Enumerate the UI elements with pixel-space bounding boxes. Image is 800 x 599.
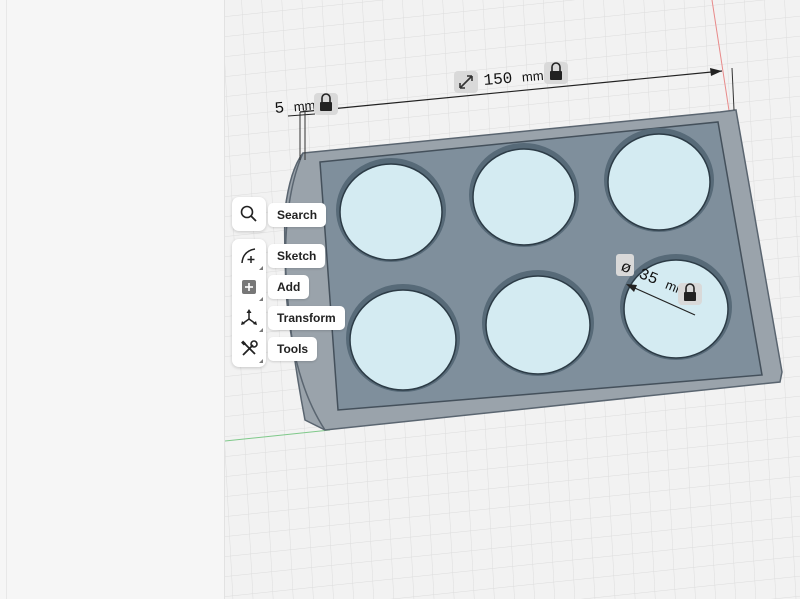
tools-icon bbox=[241, 340, 258, 356]
3d-viewport[interactable]: 150 mm 5 mm ø 35 mm bbox=[225, 0, 800, 599]
transform-icon bbox=[241, 309, 257, 325]
add-label[interactable]: Add bbox=[268, 275, 310, 299]
tools-label[interactable]: Tools bbox=[268, 337, 318, 361]
dimension-offset-unit: mm bbox=[293, 97, 316, 114]
left-panel bbox=[0, 0, 225, 599]
dimension-width-value: 150 bbox=[483, 70, 513, 90]
lock-icon[interactable] bbox=[314, 93, 338, 115]
expand-indicator bbox=[259, 359, 263, 363]
panel-edge-divider bbox=[6, 0, 7, 599]
dimension-width-unit: mm bbox=[521, 68, 544, 85]
transform-button[interactable] bbox=[232, 301, 266, 335]
search-icon bbox=[240, 205, 257, 222]
tools-button[interactable] bbox=[232, 332, 266, 366]
sketch-button[interactable] bbox=[232, 239, 266, 273]
hole-2[interactable] bbox=[469, 143, 579, 247]
add-icon bbox=[242, 280, 256, 294]
add-button[interactable] bbox=[232, 270, 266, 304]
search-label[interactable]: Search bbox=[268, 203, 327, 227]
scene-canvas[interactable]: 150 mm 5 mm ø 35 mm bbox=[225, 0, 800, 599]
hole-1[interactable] bbox=[336, 158, 446, 262]
hole-4[interactable] bbox=[346, 284, 460, 392]
hole-5[interactable] bbox=[482, 270, 594, 376]
hole-3[interactable] bbox=[604, 128, 714, 232]
transform-label[interactable]: Transform bbox=[268, 306, 345, 330]
lock-icon[interactable] bbox=[678, 283, 702, 305]
search-button[interactable] bbox=[232, 197, 266, 231]
dimension-offset-value: 5 bbox=[274, 99, 285, 118]
sketch-icon bbox=[241, 248, 256, 264]
sketch-label[interactable]: Sketch bbox=[268, 244, 326, 268]
lock-icon[interactable] bbox=[544, 62, 568, 84]
